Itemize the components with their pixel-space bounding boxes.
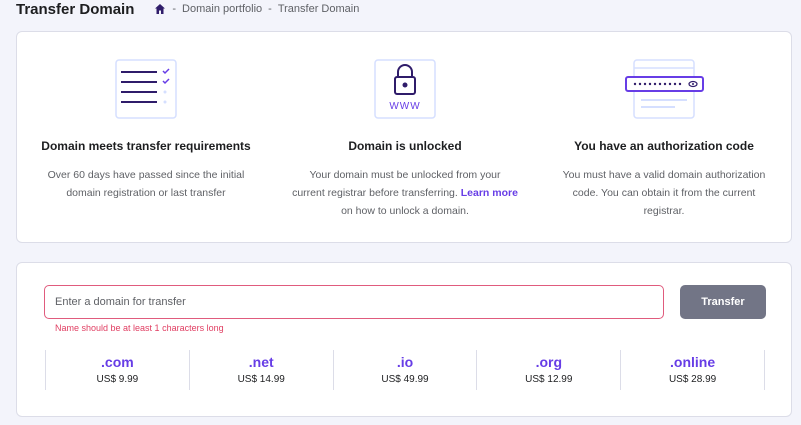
padlock-www-icon: WWW bbox=[373, 59, 437, 126]
requirement-domain-unlocked: WWW Domain is unlocked Your domain must … bbox=[276, 32, 534, 242]
breadcrumb-separator: - bbox=[268, 3, 272, 15]
tld-item-online[interactable]: .online US$ 28.99 bbox=[620, 350, 765, 390]
requirement-transfer-requirements: Domain meets transfer requirements Over … bbox=[17, 32, 275, 242]
requirement-title: Domain meets transfer requirements bbox=[41, 139, 251, 153]
tld-item-io[interactable]: .io US$ 49.99 bbox=[332, 350, 477, 390]
breadcrumb: - Domain portfolio - Transfer Domain bbox=[154, 3, 359, 15]
page-title: Transfer Domain bbox=[16, 0, 135, 18]
requirement-title: You have an authorization code bbox=[574, 139, 754, 153]
requirement-title: Domain is unlocked bbox=[348, 139, 462, 153]
validation-error: Name should be at least 1 characters lon… bbox=[55, 323, 224, 333]
requirement-text: Your domain must be unlocked from your c… bbox=[292, 166, 518, 220]
requirement-text: You must have a valid domain authorizati… bbox=[562, 169, 766, 217]
tld-item-net[interactable]: .net US$ 14.99 bbox=[188, 350, 333, 390]
tld-price: US$ 14.99 bbox=[237, 374, 285, 385]
breadcrumb-separator: - bbox=[172, 3, 177, 15]
domain-input[interactable] bbox=[44, 285, 664, 319]
tld-price: US$ 12.99 bbox=[525, 374, 573, 385]
requirement-text-part: on how to unlock a domain. bbox=[341, 205, 469, 217]
tld-name: .io bbox=[396, 354, 414, 370]
tld-name: .com bbox=[101, 354, 134, 370]
tld-price-list: .com US$ 9.99 .net US$ 14.99 .io US$ 49.… bbox=[45, 350, 765, 390]
page-header: Transfer Domain - Domain portfolio - Tra… bbox=[16, 0, 359, 18]
requirements-card: Domain meets transfer requirements Over … bbox=[16, 31, 792, 243]
checklist-icon bbox=[113, 59, 179, 126]
tld-price: US$ 49.99 bbox=[381, 374, 429, 385]
learn-more-link[interactable]: Learn more bbox=[461, 187, 518, 199]
transfer-button[interactable]: Transfer bbox=[680, 285, 766, 319]
requirement-authorization-code: You have an authorization code You must … bbox=[535, 32, 793, 242]
breadcrumb-domain-portfolio[interactable]: Domain portfolio bbox=[182, 3, 262, 15]
tld-name: .online bbox=[670, 354, 716, 370]
tld-price: US$ 9.99 bbox=[96, 374, 139, 385]
requirement-text: Over 60 days have passed since the initi… bbox=[47, 169, 245, 199]
tld-item-com[interactable]: .com US$ 9.99 bbox=[45, 350, 189, 390]
transfer-form-card: Transfer Name should be at least 1 chara… bbox=[16, 262, 792, 417]
tld-price: US$ 28.99 bbox=[668, 374, 717, 385]
tld-name: .net bbox=[248, 354, 274, 370]
home-icon[interactable] bbox=[154, 3, 166, 15]
authorization-code-icon bbox=[621, 59, 707, 126]
breadcrumb-transfer-domain: Transfer Domain bbox=[277, 3, 360, 15]
tld-item-org[interactable]: .org US$ 12.99 bbox=[476, 350, 620, 390]
tld-name: .org bbox=[535, 354, 563, 370]
svg-text:WWW: WWW bbox=[389, 101, 420, 112]
